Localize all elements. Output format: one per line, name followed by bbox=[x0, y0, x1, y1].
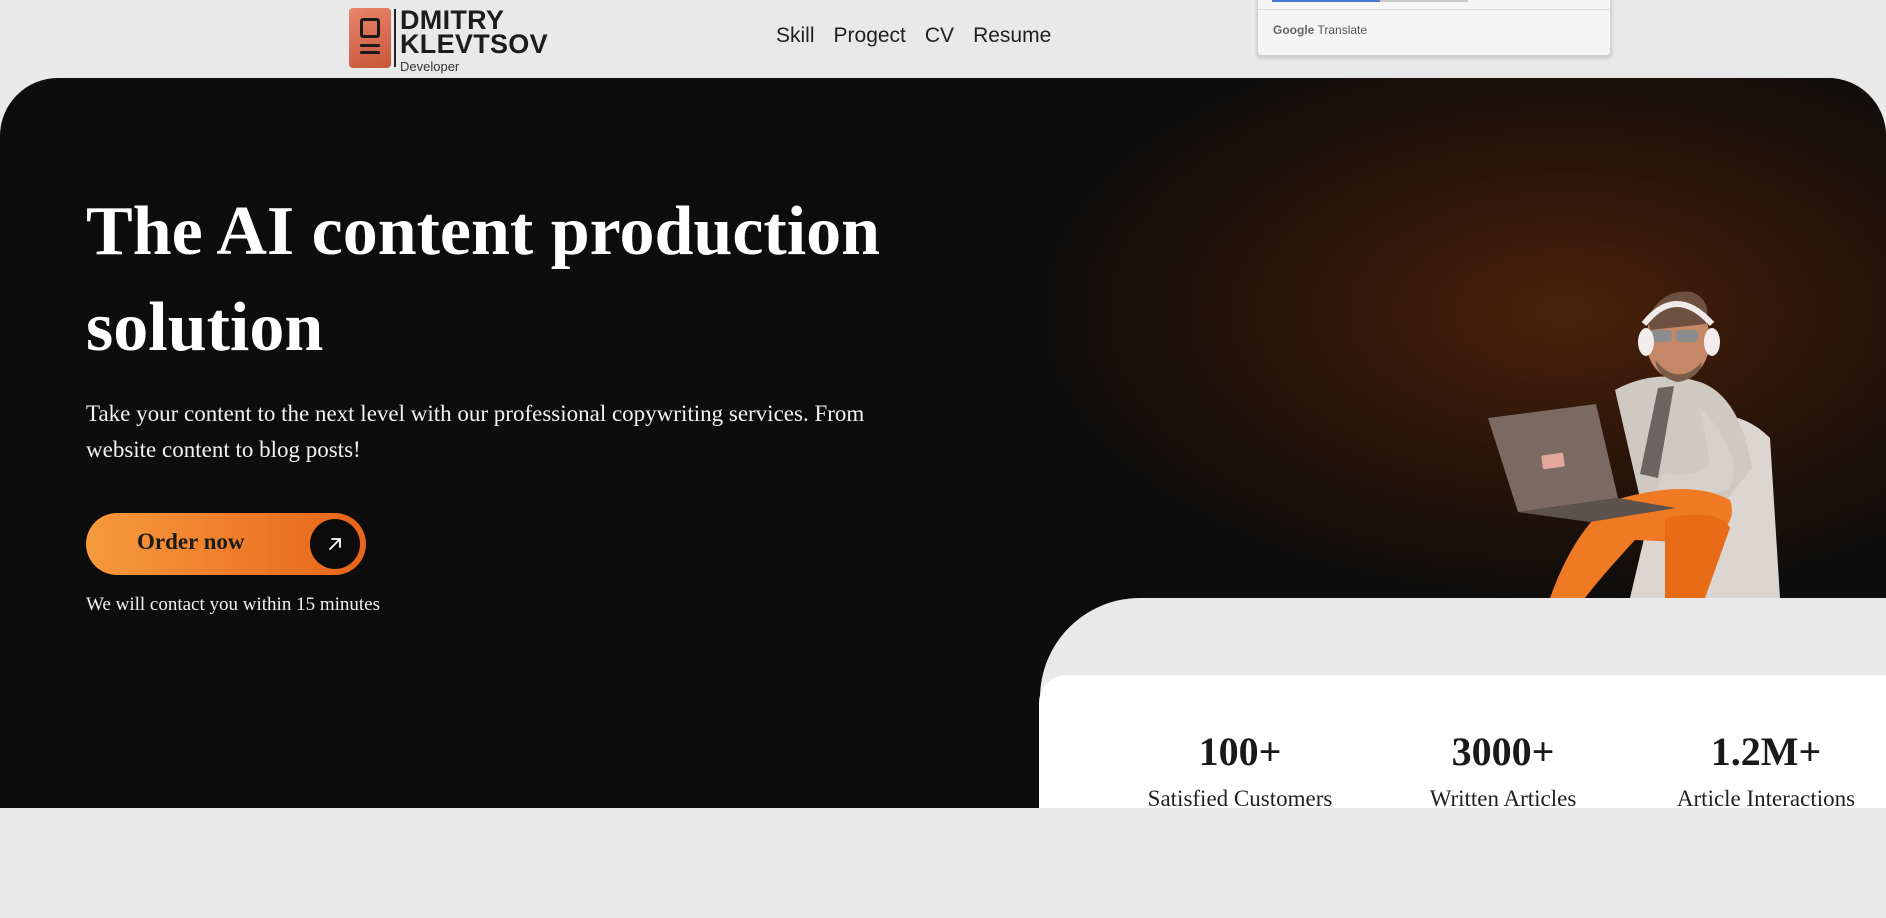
stat-value: 3000+ bbox=[1451, 729, 1555, 774]
logo-divider bbox=[394, 9, 396, 67]
translate-branding: Google Translate bbox=[1273, 23, 1367, 37]
contact-note: We will contact you within 15 minutes bbox=[86, 594, 380, 615]
main-nav: Skill Progect CV Resume bbox=[776, 24, 1070, 48]
stat-articles: 3000+ Written Articles bbox=[1383, 730, 1623, 812]
stat-interactions: 1.2M+ Article Interactions bbox=[1646, 730, 1886, 812]
google-translate-widget[interactable]: Google Translate bbox=[1257, 0, 1611, 56]
nav-item-skill[interactable]: Skill bbox=[776, 24, 815, 48]
laptop-logo-icon bbox=[349, 8, 391, 68]
bottom-section bbox=[0, 808, 1886, 918]
logo-last-name: KLEVTSOV bbox=[400, 29, 548, 59]
stat-value: 100+ bbox=[1198, 729, 1282, 774]
man-with-laptop-illustration bbox=[1488, 291, 1780, 598]
nav-item-resume[interactable]: Resume bbox=[973, 24, 1051, 48]
arrow-up-right-icon bbox=[310, 519, 360, 569]
hero-title: The AI content production solution bbox=[86, 193, 881, 366]
nav-item-cv[interactable]: CV bbox=[925, 24, 954, 48]
site-header: DMITRY KLEVTSOV Developer Skill Progect … bbox=[0, 0, 1886, 78]
translate-brand: Google bbox=[1273, 23, 1315, 37]
stat-value: 1.2M+ bbox=[1710, 729, 1822, 774]
site-logo[interactable]: DMITRY KLEVTSOV Developer bbox=[349, 7, 548, 75]
translate-language-select[interactable] bbox=[1272, 0, 1380, 2]
order-now-label: Order now bbox=[137, 529, 245, 554]
stat-customers: 100+ Satisfied Customers bbox=[1120, 730, 1360, 812]
order-now-button[interactable]: Order now bbox=[86, 513, 366, 575]
translate-label: Translate bbox=[1317, 23, 1368, 37]
hero-description: Take your content to the next level with… bbox=[86, 401, 865, 462]
logo-subtitle: Developer bbox=[400, 59, 460, 74]
logo-text: DMITRY KLEVTSOV Developer bbox=[400, 7, 548, 75]
hero-section: The AI content production solution Take … bbox=[0, 78, 1886, 886]
nav-item-progect[interactable]: Progect bbox=[834, 24, 906, 48]
